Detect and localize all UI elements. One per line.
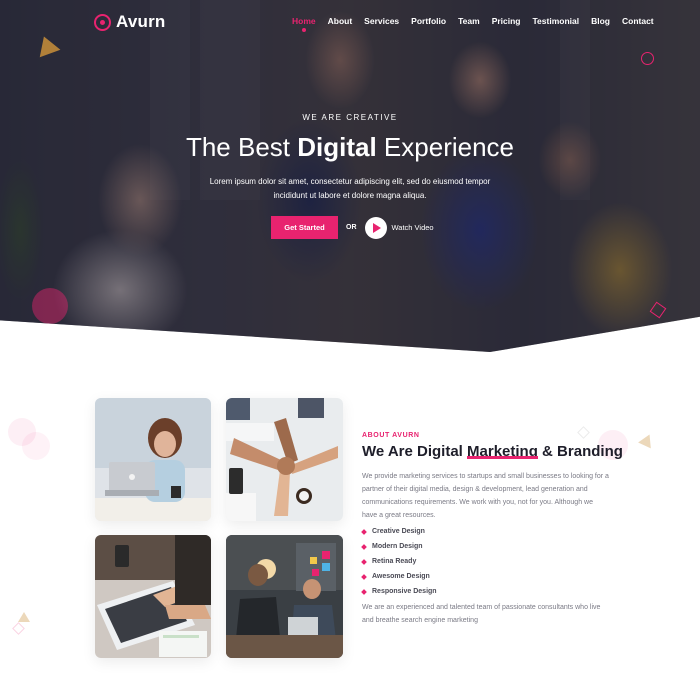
hero-eyebrow: WE ARE CREATIVE	[302, 113, 398, 122]
about-paragraph: We provide marketing services to startup…	[362, 473, 609, 519]
list-item: Modern Design	[361, 539, 437, 554]
play-icon[interactable]	[364, 216, 387, 239]
triangle-decoration	[638, 431, 656, 449]
about-tag: ABOUT AVURN	[362, 432, 420, 439]
feature-list: Creative Design Modern Design Retina Rea…	[361, 524, 437, 599]
about-title: We Are Digital Marketing & Branding	[362, 443, 623, 460]
diamond-bullet-icon	[361, 558, 367, 565]
hero-cta-row: Get Started OR Watch Video	[271, 216, 434, 239]
feature-label: Responsive Design	[372, 588, 437, 595]
square-decoration	[12, 622, 25, 635]
diamond-bullet-icon	[361, 543, 367, 550]
main-nav: Home About Services Portfolio Team Prici…	[292, 16, 666, 32]
get-started-button[interactable]: Get Started	[271, 216, 338, 239]
square-decoration	[577, 426, 590, 439]
feature-label: Awesome Design	[372, 573, 430, 580]
feature-label: Creative Design	[372, 528, 425, 535]
office-meeting-photo	[226, 535, 343, 658]
logo-icon	[94, 13, 111, 31]
feature-label: Modern Design	[372, 543, 423, 550]
diamond-bullet-icon	[361, 528, 367, 535]
about-title-after: & Branding	[537, 443, 623, 460]
about-title-before: We Are Digital	[362, 443, 468, 460]
nav-item-portfolio[interactable]: Portfolio	[411, 16, 446, 26]
nav-item-contact[interactable]: Contact	[622, 16, 654, 26]
or-label: OR	[346, 224, 357, 231]
triangle-decoration	[18, 612, 30, 622]
team-fist-bump-photo	[226, 398, 343, 521]
nav-item-about[interactable]: About	[328, 16, 353, 26]
nav-item-services[interactable]: Services	[364, 16, 399, 26]
list-item: Retina Ready	[361, 554, 437, 569]
hero-section: Avurn Home About Services Portfolio Team…	[0, 0, 700, 352]
diamond-bullet-icon	[361, 573, 367, 580]
about-title-highlight: Marketing	[467, 443, 538, 460]
logo-text: Avurn	[116, 12, 166, 31]
list-item: Responsive Design	[361, 584, 437, 599]
nav-item-team[interactable]: Team	[458, 16, 480, 26]
nav-item-home[interactable]: Home	[292, 16, 316, 32]
laptop-typing-photo	[95, 535, 211, 658]
hero-title: The Best Digital Experience	[0, 132, 700, 163]
list-item: Awesome Design	[361, 569, 437, 584]
nav-item-testimonial[interactable]: Testimonial	[533, 16, 580, 26]
page: Avurn Home About Services Portfolio Team…	[0, 0, 700, 700]
logo[interactable]: Avurn	[94, 12, 166, 32]
circle-decoration	[641, 52, 654, 65]
hero-title-after: Experience	[376, 132, 515, 162]
about-paragraph-secondary: We are an experienced and talented team …	[362, 604, 601, 624]
list-item: Creative Design	[361, 524, 437, 539]
hero-title-highlight: Digital	[297, 132, 378, 162]
diamond-bullet-icon	[361, 588, 367, 595]
feature-label: Retina Ready	[372, 558, 417, 565]
woman-laptop-photo	[95, 398, 211, 521]
nav-item-blog[interactable]: Blog	[591, 16, 610, 26]
hero-description: Lorem ipsum dolor sit amet, consectetur …	[209, 177, 491, 200]
hero-title-before: The Best	[185, 132, 298, 162]
watch-video-link[interactable]: Watch Video	[392, 223, 434, 232]
blob-decoration	[22, 432, 50, 460]
blob-decoration	[32, 288, 68, 324]
nav-item-pricing[interactable]: Pricing	[492, 16, 521, 26]
